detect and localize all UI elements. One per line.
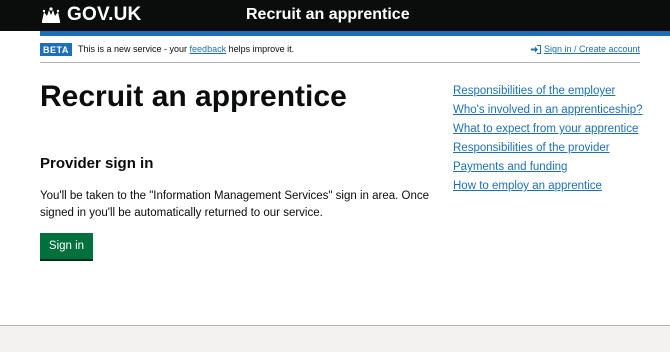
service-name[interactable]: Recruit an apprentice xyxy=(246,6,410,24)
account-link-label: Sign in / Create account xyxy=(543,44,640,54)
sign-in-create-account-link[interactable]: Sign in / Create account xyxy=(530,44,640,54)
sign-in-description: You'll be taken to the "Information Mana… xyxy=(40,190,430,219)
page-footer xyxy=(0,325,670,352)
related-link-how-to-employ[interactable]: How to employ an apprentice xyxy=(453,177,653,196)
related-link-what-to-expect[interactable]: What to expect from your apprentice xyxy=(453,120,653,139)
related-link-employer-responsibilities[interactable]: Responsibilities of the employer xyxy=(453,82,653,101)
related-link-payments-funding[interactable]: Payments and funding xyxy=(453,158,653,177)
related-link-provider-responsibilities[interactable]: Responsibilities of the provider xyxy=(453,139,653,158)
beta-tag: BETA xyxy=(40,43,72,56)
site-header: GOV.UK Recruit an apprentice xyxy=(0,0,670,31)
related-link-whos-involved[interactable]: Who's involved in an apprenticeship? xyxy=(453,101,653,120)
related-links: Responsibilities of the employer Who's i… xyxy=(453,82,653,196)
phase-banner: BETA This is a new service - your feedba… xyxy=(40,41,640,63)
feedback-link[interactable]: feedback xyxy=(190,44,227,54)
logo-text: GOV.UK xyxy=(67,4,142,25)
phase-text-before: This is a new service - your xyxy=(78,44,190,54)
govuk-logo[interactable]: GOV.UK xyxy=(40,4,141,26)
section-title: Provider sign in xyxy=(40,155,154,172)
page-title: Recruit an apprentice xyxy=(40,80,347,113)
header-accent-bar xyxy=(40,31,670,36)
sign-in-button[interactable]: Sign in xyxy=(40,233,93,259)
phase-text-after: helps improve it. xyxy=(226,44,295,54)
sign-in-icon xyxy=(530,44,541,54)
phase-banner-text: This is a new service - your feedback he… xyxy=(78,44,294,54)
crown-icon xyxy=(40,6,62,24)
